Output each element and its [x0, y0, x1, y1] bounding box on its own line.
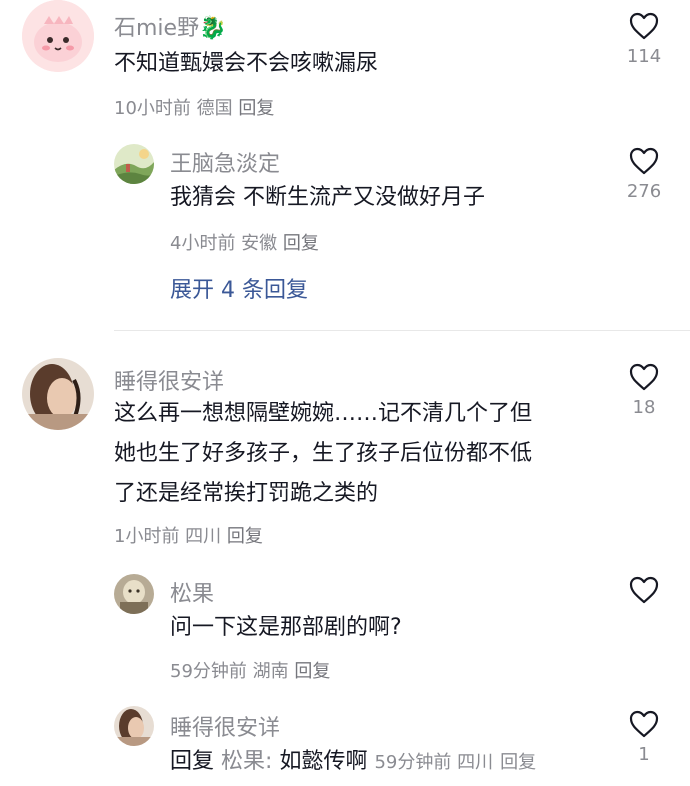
comment-meta: 10小时前 德国 回复 [114, 94, 274, 120]
photo-avatar-icon [114, 574, 154, 614]
avatar[interactable] [114, 574, 154, 614]
timestamp-location: 59分钟前 四川 [374, 752, 494, 773]
pink-dino-avatar-icon [22, 0, 94, 72]
username[interactable]: 王脑急淡定 [170, 146, 280, 178]
username[interactable]: 睡得很安详 [170, 710, 280, 742]
comment-text: 我猜会 不断生流产又没做好月子 [170, 185, 485, 210]
username[interactable]: 睡得很安详 [114, 364, 224, 396]
heart-outline-icon [629, 710, 659, 738]
like-count: 1 [638, 744, 650, 765]
like-button[interactable] [614, 576, 674, 610]
like-count: 114 [626, 46, 662, 67]
reply-button[interactable]: 回复 [500, 752, 536, 773]
like-count: 276 [626, 181, 662, 202]
username[interactable]: 石mie野🐉 [114, 10, 226, 42]
reply-button[interactable]: 回复 [294, 661, 330, 682]
heart-outline-icon [629, 363, 659, 391]
reply-to-username[interactable]: 松果: [221, 749, 272, 774]
heart-outline-icon [629, 576, 659, 604]
timestamp-location: 4小时前 安徽 [170, 233, 278, 254]
avatar[interactable] [22, 358, 94, 430]
reply-button[interactable]: 回复 [238, 98, 274, 119]
comment-text-line: 这么再一想想隔壁婉婉……记不清几个了但 [114, 401, 533, 426]
divider [114, 330, 690, 331]
reply-button[interactable]: 回复 [227, 526, 263, 547]
comment-text-line: 她也生了好多孩子，生了孩子后位份都不低 [114, 441, 533, 466]
avatar[interactable] [114, 144, 154, 184]
reply-button[interactable]: 回复 [283, 233, 319, 254]
heart-outline-icon [629, 12, 659, 40]
portrait-avatar-icon [114, 706, 154, 746]
like-count: 18 [632, 397, 656, 418]
comment-meta: 4小时前 安徽 回复 [170, 229, 319, 255]
username[interactable]: 松果 [170, 576, 214, 608]
landscape-avatar-icon [114, 144, 154, 184]
comment-text: 不知道甄嬛会不会咳嗽漏尿 [114, 51, 379, 76]
comment-meta: 1小时前 四川 回复 [114, 522, 263, 548]
like-button[interactable]: 18 [614, 363, 674, 418]
like-button[interactable]: 114 [614, 12, 674, 67]
comment-text: 回复 松果: 如懿传啊 59分钟前 四川 回复 [170, 742, 536, 783]
comment-text-line: 了还是经常挨打罚跪之类的 [114, 481, 379, 506]
expand-replies-button[interactable]: 展开 4 条回复 [170, 272, 308, 304]
heart-outline-icon [629, 147, 659, 175]
reply-prefix: 回复 [170, 749, 215, 774]
avatar[interactable] [22, 0, 94, 72]
comment-meta: 59分钟前 湖南 回复 [170, 657, 330, 683]
avatar[interactable] [114, 706, 154, 746]
reply-text: 如懿传啊 [279, 749, 368, 774]
timestamp-location: 59分钟前 湖南 [170, 661, 289, 682]
like-button[interactable]: 276 [614, 147, 674, 202]
like-button[interactable]: 1 [614, 710, 674, 765]
portrait-avatar-icon [22, 358, 94, 430]
timestamp-location: 10小时前 德国 [114, 98, 233, 119]
comment-text: 问一下这是那部剧的啊? [170, 615, 402, 640]
timestamp-location: 1小时前 四川 [114, 526, 222, 547]
